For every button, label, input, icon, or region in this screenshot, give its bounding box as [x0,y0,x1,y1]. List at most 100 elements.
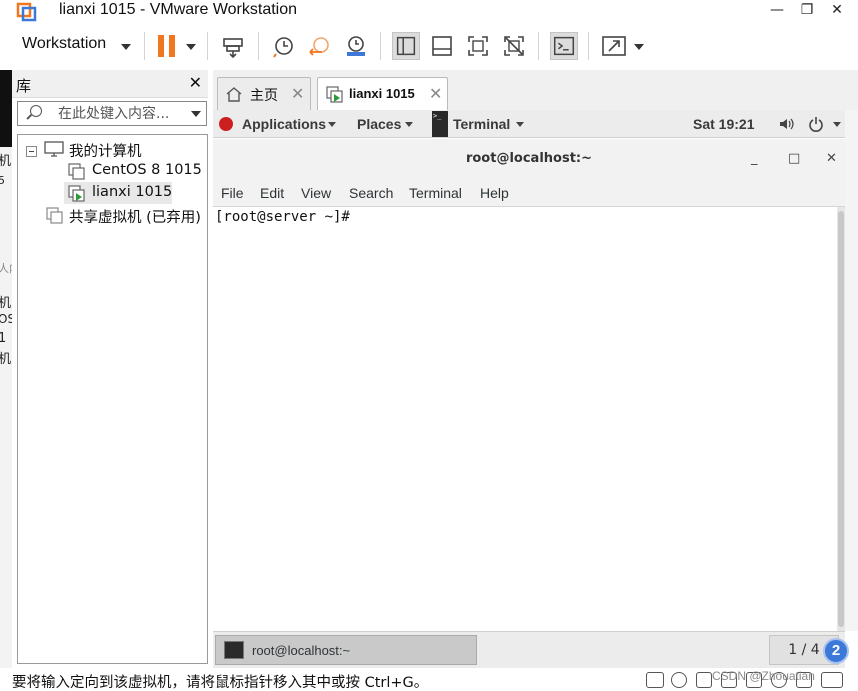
vm-display[interactable]: Applications Places Terminal Sat 19:21 r… [213,110,845,668]
background-fragment: 机 [0,296,12,311]
library-title: 库 [16,77,32,95]
chevron-down-icon [405,122,413,127]
network-adapter-icon[interactable] [696,672,712,688]
terminal-scrollbar[interactable] [837,207,845,631]
tree-item-vm[interactable]: CentOS 8 1015 [18,160,206,182]
vm-icon [68,163,85,180]
power-icon[interactable] [808,116,824,132]
menu-file[interactable]: File [221,185,244,201]
tab-vm[interactable]: lianxi 1015 ✕ [317,77,448,110]
background-fragment: 5 [0,174,5,187]
terminal-window-header: root@localhost:~ _ □ ✕ [213,139,845,179]
tree-item-vm-selected[interactable]: lianxi 1015 [64,182,172,204]
menu-help[interactable]: Help [480,185,509,201]
menu-edit[interactable]: Edit [260,185,284,201]
library-header: 库 ✕ [12,70,208,98]
clock[interactable]: Sat 19:21 [693,116,754,132]
tree-item-label: 共享虚拟机 (已弃用) [69,210,201,226]
chevron-down-icon [833,122,841,127]
library-search-input[interactable] [58,104,184,123]
tree-item-label: CentOS 8 1015 [92,162,202,178]
tree-item-my-computer[interactable]: 我的计算机 [18,138,206,160]
terminal-minimize-button[interactable]: _ [751,151,758,166]
tree-item-label: lianxi 1015 [92,184,173,200]
gnome-top-bar: Applications Places Terminal Sat 19:21 [213,110,845,138]
revert-snapshot-icon[interactable] [306,32,334,60]
tree-item-label: 我的计算机 [69,144,142,160]
stretch-guest-icon[interactable] [600,32,628,60]
stretch-menu-chevron-icon[interactable] [634,44,644,50]
tab-close-button[interactable]: ✕ [429,84,442,103]
chevron-down-icon [328,122,336,127]
library-close-button[interactable]: ✕ [189,73,202,92]
tab-bar: 主页 ✕ lianxi 1015 ✕ [213,70,858,110]
title-bar: lianxi 1015 - VMware Workstation — ❐ ✕ [0,0,858,22]
notification-badge[interactable]: 2 [823,638,849,664]
shared-vm-icon [46,207,63,224]
status-message: 要将输入定向到该虚拟机，请将鼠标指针移入其中或按 Ctrl+G。 [12,675,429,691]
minimize-button[interactable]: — [762,0,792,22]
restore-button[interactable]: ❐ [792,0,822,22]
full-screen-icon[interactable] [464,32,492,60]
terminal-menu-bar: File Edit View Search Terminal Help [213,179,845,207]
terminal-app-icon [432,111,448,137]
console-view-icon[interactable] [550,32,578,60]
taskbar-window-label: root@localhost:~ [252,643,351,658]
applications-menu[interactable]: Applications [242,116,326,132]
vmware-workstation-window: 机 5 人内 机 OS 1 机 lianxi 1015 - VMware Wor… [0,0,858,691]
tab-home[interactable]: 主页 ✕ [217,77,311,110]
background-fragment: OS [0,312,12,326]
chevron-down-icon[interactable] [191,111,201,117]
workstation-menu[interactable]: Workstation [22,35,106,53]
message-log-icon[interactable] [821,672,843,688]
thumbnail-bar-icon[interactable] [428,32,456,60]
background-fragment: 机 [0,154,12,169]
gnome-bottom-bar: root@localhost:~ 1 / 4 [213,631,845,668]
hard-disk-icon[interactable] [646,672,664,688]
vmware-logo-icon [16,2,37,22]
pause-vm-button[interactable] [158,35,178,57]
background-fragment: 机 [0,352,12,367]
terminal-close-button[interactable]: ✕ [826,151,837,166]
window-title: lianxi 1015 - VMware Workstation [59,1,298,18]
power-menu-chevron-icon[interactable] [186,44,196,50]
volume-icon[interactable] [779,117,795,131]
terminal-app-menu[interactable]: Terminal [453,116,510,132]
library-search[interactable] [17,101,207,126]
background-fragment: 1 [0,331,7,346]
tree-item-shared-vms[interactable]: 共享虚拟机 (已弃用) [18,204,206,226]
show-library-icon[interactable] [392,32,420,60]
chevron-down-icon [516,122,524,127]
taskbar-window-button[interactable]: root@localhost:~ [215,635,477,665]
tab-label: lianxi 1015 [349,86,415,101]
menu-terminal[interactable]: Terminal [409,185,462,201]
terminal-body[interactable]: [root@server ~]# [213,207,845,631]
vm-view-scrollbar[interactable] [845,110,858,631]
pause-icon [158,35,164,57]
menu-view[interactable]: View [301,185,331,201]
manage-snapshots-icon[interactable] [342,32,370,60]
shell-prompt: [root@server ~]# [215,209,350,225]
background-window-strip: 机 5 人内 机 OS 1 机 [0,70,12,668]
close-button[interactable]: ✕ [822,0,852,22]
places-menu[interactable]: Places [357,116,401,132]
terminal-maximize-button[interactable]: □ [788,151,800,166]
library-tree: 我的计算机 CentOS 8 1015 lianxi 1015 共享虚拟机 (已… [17,134,208,664]
collapse-icon[interactable] [26,146,37,157]
cd-rom-icon[interactable] [671,672,687,688]
terminal-icon [224,641,244,659]
tab-close-button[interactable]: ✕ [291,84,304,103]
redhat-logo-icon [219,117,233,131]
send-ctrl-alt-del-icon[interactable] [220,32,248,60]
chevron-down-icon[interactable] [121,44,131,50]
search-icon [30,105,42,117]
vm-running-icon [68,185,85,202]
computer-icon [44,141,64,157]
tab-label: 主页 [250,87,278,103]
vm-running-icon [326,86,343,103]
unity-icon[interactable] [500,32,528,60]
main-toolbar: Workstation [12,24,858,70]
snapshot-icon[interactable] [270,32,298,60]
menu-search[interactable]: Search [349,185,393,201]
watermark: CSDN @Zhouatian [712,669,815,683]
